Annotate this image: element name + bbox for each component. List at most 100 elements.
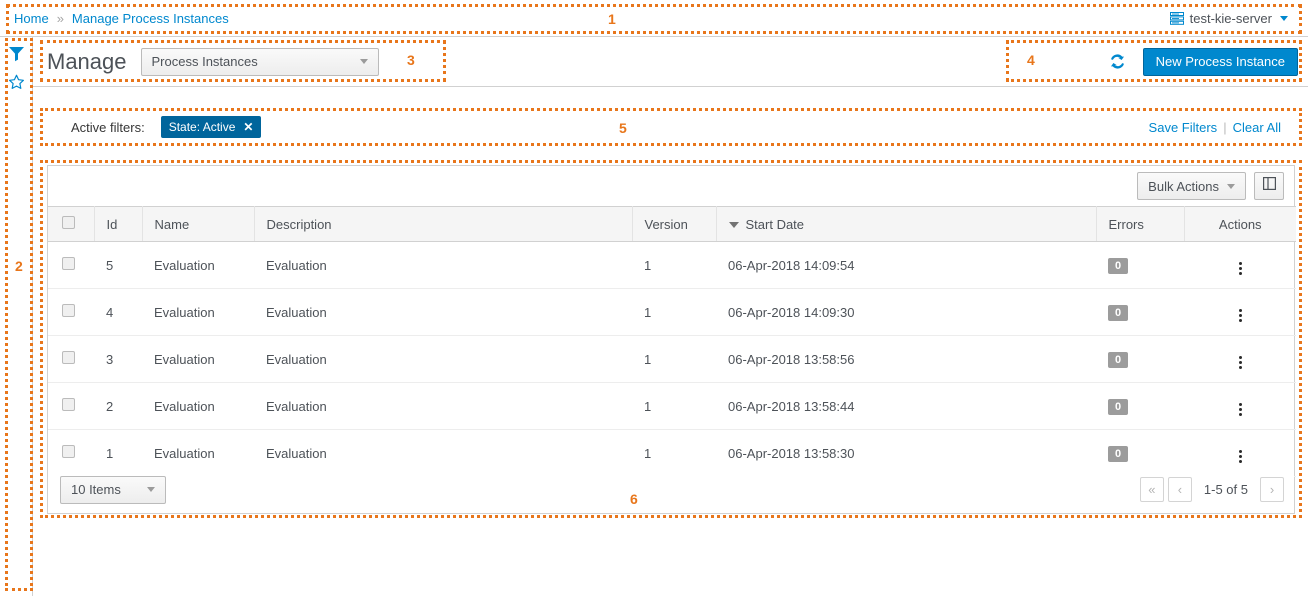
- cell-errors: 0: [1096, 383, 1184, 430]
- process-instances-table: Id Name Description Version Start Date E…: [48, 206, 1296, 477]
- column-header-version[interactable]: Version: [632, 207, 716, 242]
- cell-start-date: 06-Apr-2018 13:58:44: [716, 383, 1096, 430]
- row-actions-menu-icon[interactable]: [1233, 306, 1248, 325]
- column-toggle-button[interactable]: [1254, 172, 1284, 200]
- toolbar-actions: New Process Instance: [1106, 48, 1298, 76]
- active-filters-label: Active filters:: [71, 120, 145, 135]
- view-select[interactable]: Process Instances: [141, 48, 379, 76]
- status-badge: 0: [1108, 352, 1128, 368]
- active-filters-bar: Active filters: State: Active ✕ Save Fil…: [47, 107, 1295, 147]
- cell-errors: 0: [1096, 289, 1184, 336]
- cell-errors: 0: [1096, 242, 1184, 289]
- pagination-first-button[interactable]: «: [1140, 477, 1164, 502]
- breadcrumb-current-link[interactable]: Manage Process Instances: [72, 11, 229, 26]
- table-row[interactable]: 4EvaluationEvaluation106-Apr-2018 14:09:…: [48, 289, 1296, 336]
- cell-description: Evaluation: [254, 242, 632, 289]
- filter-actions: Save Filters | Clear All: [1149, 120, 1281, 135]
- view-select-value: Process Instances: [152, 54, 258, 69]
- row-actions-menu-icon[interactable]: [1233, 400, 1248, 419]
- table-footer: 10 Items « ‹ 1-5 of 5 ›: [48, 466, 1294, 513]
- row-actions-menu-icon[interactable]: [1233, 259, 1248, 278]
- column-header-name[interactable]: Name: [142, 207, 254, 242]
- table-toolbar: Bulk Actions: [48, 166, 1294, 206]
- row-actions-menu-icon[interactable]: [1233, 447, 1248, 466]
- status-badge: 0: [1108, 258, 1128, 274]
- annotation-number-3: 3: [407, 52, 415, 68]
- row-checkbox[interactable]: [62, 398, 75, 411]
- manage-toolbar: Manage Process Instances New Process Ins…: [33, 37, 1308, 87]
- row-select-cell: [48, 383, 94, 430]
- cell-actions: [1184, 242, 1296, 289]
- pagination-next-button[interactable]: ›: [1260, 477, 1284, 502]
- page-size-select[interactable]: 10 Items: [60, 476, 166, 504]
- filter-actions-separator: |: [1223, 120, 1226, 135]
- cell-id: 4: [94, 289, 142, 336]
- column-header-actions: Actions: [1184, 207, 1296, 242]
- cell-description: Evaluation: [254, 336, 632, 383]
- cell-id: 5: [94, 242, 142, 289]
- clear-all-link[interactable]: Clear All: [1233, 120, 1281, 135]
- select-all-checkbox[interactable]: [62, 216, 75, 229]
- pagination-range-label: 1-5 of 5: [1196, 482, 1256, 497]
- server-selector[interactable]: test-kie-server: [1170, 11, 1294, 26]
- cell-actions: [1184, 383, 1296, 430]
- star-icon[interactable]: [8, 74, 25, 91]
- row-checkbox[interactable]: [62, 304, 75, 317]
- cell-name: Evaluation: [142, 289, 254, 336]
- cell-version: 1: [632, 336, 716, 383]
- table-row[interactable]: 5EvaluationEvaluation106-Apr-2018 14:09:…: [48, 242, 1296, 289]
- row-select-cell: [48, 242, 94, 289]
- cell-id: 3: [94, 336, 142, 383]
- cell-actions: [1184, 289, 1296, 336]
- chevron-down-icon: [147, 487, 155, 492]
- column-header-start-date[interactable]: Start Date: [716, 207, 1096, 242]
- cell-id: 2: [94, 383, 142, 430]
- save-filters-link[interactable]: Save Filters: [1149, 120, 1218, 135]
- row-select-cell: [48, 289, 94, 336]
- breadcrumb-separator: »: [57, 11, 64, 26]
- annotation-number-2: 2: [15, 258, 23, 274]
- cell-errors: 0: [1096, 336, 1184, 383]
- refresh-icon[interactable]: [1106, 50, 1129, 73]
- cell-description: Evaluation: [254, 383, 632, 430]
- columns-icon: [1263, 177, 1276, 195]
- page-size-label: 10 Items: [71, 482, 121, 497]
- table-row[interactable]: 2EvaluationEvaluation106-Apr-2018 13:58:…: [48, 383, 1296, 430]
- table-row[interactable]: 3EvaluationEvaluation106-Apr-2018 13:58:…: [48, 336, 1296, 383]
- filter-chip-state-active[interactable]: State: Active ✕: [161, 116, 262, 138]
- bulk-actions-button[interactable]: Bulk Actions: [1137, 172, 1246, 200]
- server-icon: [1170, 12, 1184, 25]
- table-head: Id Name Description Version Start Date E…: [48, 207, 1296, 242]
- chevron-down-icon: [1280, 16, 1288, 21]
- close-icon[interactable]: ✕: [243, 120, 253, 134]
- annotation-number-1: 1: [608, 11, 616, 27]
- process-instances-card: Bulk Actions Id Name: [47, 165, 1295, 514]
- column-header-description[interactable]: Description: [254, 207, 632, 242]
- row-checkbox[interactable]: [62, 257, 75, 270]
- filter-chip-label: State: Active: [169, 120, 236, 134]
- row-checkbox[interactable]: [62, 445, 75, 458]
- breadcrumb-home-link[interactable]: Home: [14, 11, 49, 26]
- table-body: 5EvaluationEvaluation106-Apr-2018 14:09:…: [48, 242, 1296, 477]
- cell-start-date: 06-Apr-2018 14:09:30: [716, 289, 1096, 336]
- status-badge: 0: [1108, 446, 1128, 462]
- row-checkbox[interactable]: [62, 351, 75, 364]
- column-header-id[interactable]: Id: [94, 207, 142, 242]
- cell-start-date: 06-Apr-2018 14:09:54: [716, 242, 1096, 289]
- server-name-label: test-kie-server: [1190, 11, 1272, 26]
- cell-version: 1: [632, 383, 716, 430]
- cell-name: Evaluation: [142, 383, 254, 430]
- filter-icon[interactable]: [8, 45, 25, 62]
- cell-version: 1: [632, 289, 716, 336]
- new-process-instance-button[interactable]: New Process Instance: [1143, 48, 1298, 76]
- sort-descending-icon: [729, 222, 739, 228]
- row-actions-menu-icon[interactable]: [1233, 353, 1248, 372]
- column-header-errors[interactable]: Errors: [1096, 207, 1184, 242]
- pagination-prev-button[interactable]: ‹: [1168, 477, 1192, 502]
- breadcrumb-bar: Home » Manage Process Instances test-kie…: [0, 0, 1308, 37]
- pagination-controls: « ‹ 1-5 of 5 ›: [1140, 477, 1284, 502]
- column-header-start-date-label: Start Date: [746, 217, 805, 232]
- chevron-down-icon: [1227, 184, 1235, 189]
- row-select-cell: [48, 336, 94, 383]
- page-root: Home » Manage Process Instances test-kie…: [0, 0, 1308, 596]
